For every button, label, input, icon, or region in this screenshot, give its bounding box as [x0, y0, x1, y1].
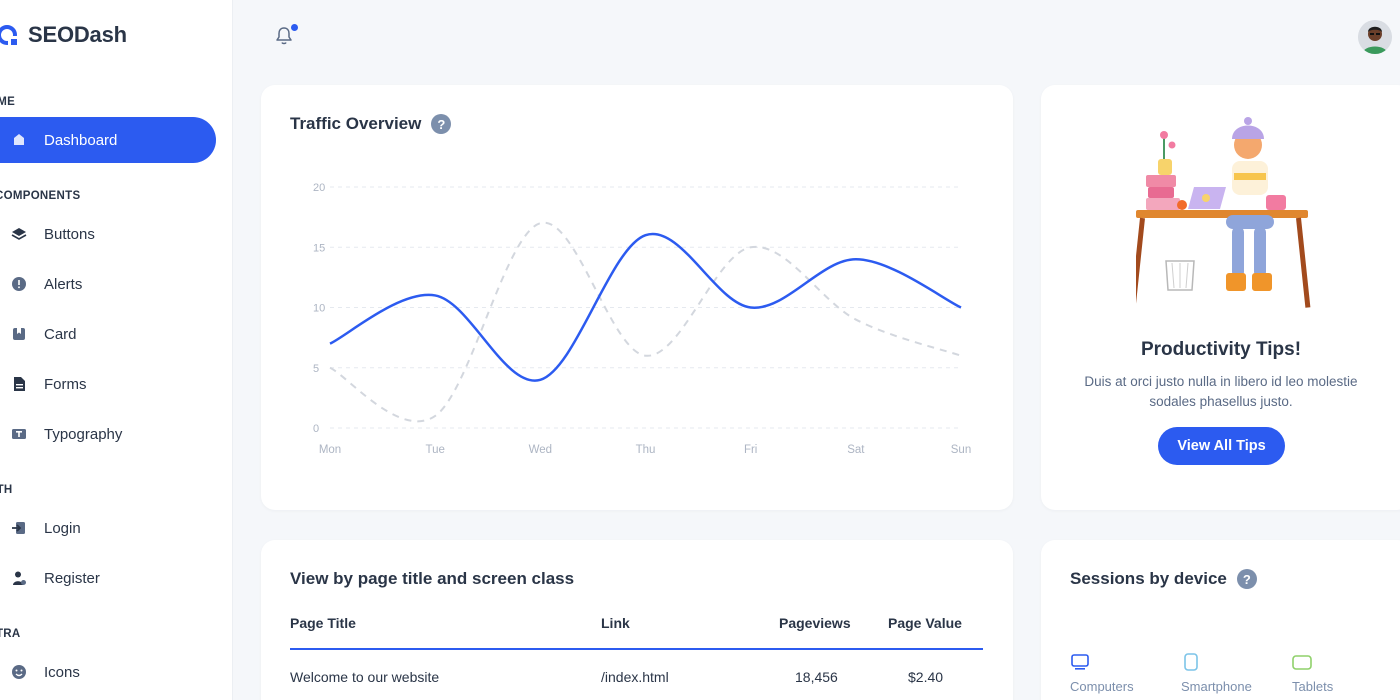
traffic-line-chart: 0 5 10 15 20 Mon Tue Wed Thu Fri Sat Sun	[313, 182, 971, 456]
sidebar-item-forms[interactable]: Forms	[0, 361, 216, 407]
sidebar-section-ui-components: I COMPONENTS	[0, 190, 81, 202]
sessions-by-device-card: Sessions by device ? Computers Smartphon…	[1041, 540, 1400, 700]
topbar	[234, 0, 1400, 74]
column-header-page-value: Page Value	[888, 615, 962, 631]
series-line-secondary	[329, 222, 962, 423]
x-tick-label: Mon	[319, 444, 341, 456]
page-views-card: View by page title and screen class Page…	[261, 540, 1013, 700]
page-views-title: View by page title and screen class	[290, 569, 575, 588]
user-avatar-icon	[1358, 20, 1392, 54]
sidebar-section-extra: XTRA	[0, 628, 21, 640]
monitor-icon	[1071, 654, 1089, 670]
traffic-overview-card: Traffic Overview ? 0 5 10 15 20 Mon Tue Wed Thu F…	[261, 85, 1013, 510]
smartphone-icon	[1184, 653, 1198, 671]
alert-circle-icon	[10, 275, 28, 293]
notification-dot	[291, 24, 298, 31]
tips-description: Duis at orci justo nulla in libero id le…	[1084, 374, 1358, 409]
x-tick-label: Tue	[425, 444, 444, 456]
sidebar-item-label: Login	[44, 519, 81, 537]
device-smartphone: Smartphone	[1181, 653, 1252, 694]
sidebar-item-label: Icons	[44, 663, 80, 681]
desk-worker-illustration	[1136, 117, 1311, 308]
device-label: Smartphone	[1181, 679, 1252, 694]
sidebar-item-label: Alerts	[44, 275, 83, 293]
y-tick-label: 0	[313, 423, 319, 435]
x-tick-label: Wed	[529, 444, 552, 456]
sessions-title: Sessions by device ?	[1070, 569, 1257, 589]
y-tick-label: 15	[313, 242, 325, 254]
sidebar-item-label: Dashboard	[44, 131, 118, 149]
sidebar-item-card[interactable]: Card	[0, 311, 216, 357]
sidebar-item-label: Register	[44, 569, 100, 587]
device-label: Tablets	[1292, 679, 1334, 694]
view-all-tips-button[interactable]: View All Tips	[1158, 427, 1285, 465]
seodash-logo-icon	[0, 25, 17, 45]
sidebar-item-typography[interactable]: Typography	[0, 411, 216, 457]
file-icon	[10, 375, 28, 393]
brand-name: SEODash	[28, 22, 127, 47]
brand[interactable]: SEODash	[0, 22, 127, 48]
y-tick-label: 20	[313, 182, 325, 194]
x-tick-label: Thu	[636, 444, 656, 456]
avatar[interactable]	[1358, 20, 1392, 54]
login-icon	[10, 519, 28, 537]
tips-title: Productivity Tips!	[1140, 339, 1302, 360]
column-header-pageviews: Pageviews	[779, 615, 851, 631]
sidebar-item-icons[interactable]: Icons	[0, 649, 216, 695]
sidebar-section-auth: UTH	[0, 484, 13, 496]
tablet-icon	[1292, 655, 1312, 670]
dashboard-icon	[10, 131, 28, 149]
cell-pageviews: 18,456	[795, 669, 838, 685]
sidebar-section-home: OME	[0, 96, 16, 108]
cell-page-title: Welcome to our website	[290, 669, 440, 685]
x-tick-label: Fri	[744, 444, 757, 456]
sidebar-item-label: Typography	[44, 425, 123, 443]
x-tick-label: Sat	[847, 444, 865, 456]
sidebar-item-label: Card	[44, 325, 77, 343]
sidebar: SEODash OME Dashboard I COMPONENTS Butto…	[0, 0, 233, 700]
mood-icon	[10, 663, 28, 681]
sidebar-item-label: Forms	[44, 375, 87, 393]
cell-link[interactable]: /index.html	[601, 669, 669, 685]
productivity-tips-card: Productivity Tips! Duis at orci justo nu…	[1041, 85, 1400, 510]
y-tick-label: 10	[313, 303, 325, 315]
sidebar-item-register[interactable]: Register	[0, 555, 216, 601]
sidebar-item-dashboard[interactable]: Dashboard	[0, 117, 216, 163]
x-tick-label: Sun	[951, 444, 971, 456]
bookmark-card-icon	[10, 325, 28, 343]
user-plus-icon	[10, 569, 28, 587]
cell-page-value: $2.40	[908, 669, 944, 685]
y-tick-label: 5	[313, 363, 319, 375]
typography-icon	[10, 425, 28, 443]
device-label: Computers	[1070, 679, 1134, 694]
sidebar-item-label: Buttons	[44, 225, 95, 243]
card-title-text: Sessions by device	[1070, 569, 1227, 588]
layers-icon	[10, 225, 28, 243]
sidebar-item-alerts[interactable]: Alerts	[0, 261, 216, 307]
table-header-divider	[290, 648, 983, 650]
help-icon[interactable]: ?	[1236, 569, 1257, 589]
column-header-page-title: Page Title	[290, 615, 356, 631]
column-header-link: Link	[601, 615, 630, 631]
sidebar-item-login[interactable]: Login	[0, 505, 216, 551]
device-tablets: Tablets	[1292, 653, 1333, 694]
sidebar-item-buttons[interactable]: Buttons	[0, 211, 216, 257]
device-computers: Computers	[1070, 653, 1134, 694]
